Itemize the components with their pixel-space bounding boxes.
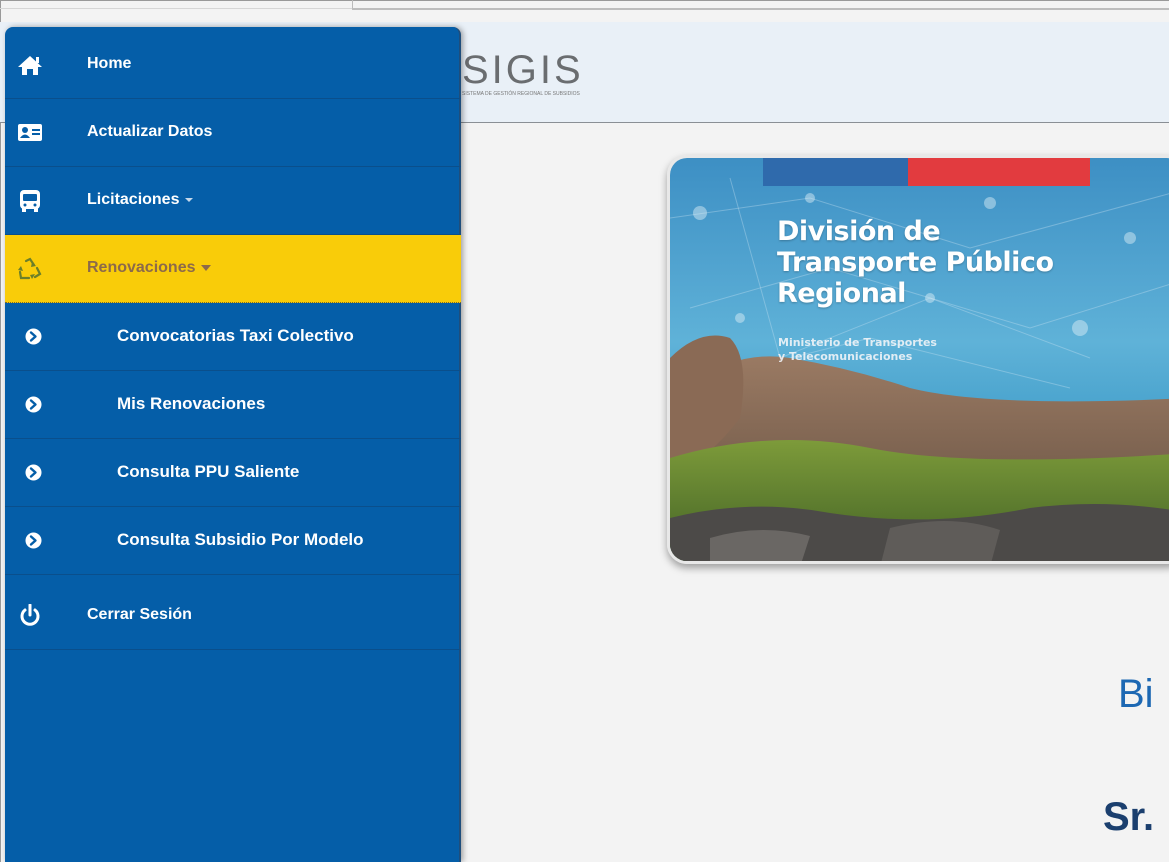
sidebar-item-label: Cerrar Sesión — [87, 606, 192, 623]
sidebar-item-actualizar-datos[interactable]: Actualizar Datos — [5, 99, 461, 167]
arrow-circle-right-icon — [25, 464, 42, 481]
sidebar-item-label: Mis Renovaciones — [117, 394, 266, 413]
sidebar-item-label: Licitaciones — [87, 167, 194, 233]
submenu-item-consulta-subsidio-por-modelo[interactable]: Consulta Subsidio Por Modelo — [5, 507, 461, 575]
id-card-icon — [18, 124, 42, 141]
sidebar-item-renovaciones[interactable]: Renovaciones — [5, 235, 461, 303]
bus-icon — [20, 190, 40, 212]
sidebar-item-label-text: Licitaciones — [87, 191, 180, 208]
submenu-item-mis-renovaciones[interactable]: Mis Renovaciones — [5, 371, 461, 439]
banner-title-line: División de — [777, 216, 941, 247]
banner-title: División de Transporte Público Regional — [777, 216, 1054, 309]
sidebar-item-home[interactable]: Home — [5, 31, 461, 99]
banner-subtitle: Ministerio de Transportes y Telecomunica… — [778, 336, 937, 364]
recycle-icon — [18, 257, 42, 280]
sidebar-item-label-text: Renovaciones — [87, 259, 196, 276]
logo-text: SIGIS — [462, 48, 584, 92]
chevron-down-icon — [201, 264, 212, 271]
chevron-down-icon — [185, 197, 194, 202]
welcome-heading: Bi — [1118, 672, 1154, 716]
flag-stripe-red — [908, 158, 1090, 186]
sidebar-item-licitaciones[interactable]: Licitaciones — [5, 167, 461, 235]
sidebar-menu: Home Actualizar Datos Licitaciones Renov… — [5, 27, 461, 862]
sidebar-item-label: Consulta PPU Saliente — [117, 462, 300, 481]
banner-subtitle-line: y Telecomunicaciones — [778, 350, 913, 363]
division-banner: División de Transporte Público Regional … — [667, 155, 1169, 564]
greeting-text: Sr. — [1103, 795, 1155, 839]
home-icon — [18, 56, 42, 75]
banner-subtitle-line: Ministerio de Transportes — [778, 336, 937, 349]
sidebar-item-cerrar-sesion[interactable]: Cerrar Sesión — [5, 582, 461, 650]
banner-title-line: Transporte Público — [777, 247, 1054, 278]
top-divider — [352, 8, 1169, 10]
sidebar-item-label: Home — [87, 55, 132, 72]
power-icon — [20, 604, 40, 626]
top-divider-left — [0, 8, 352, 9]
submenu-item-consulta-ppu-saliente[interactable]: Consulta PPU Saliente — [5, 439, 461, 507]
sigis-logo[interactable]: SIGIS SISTEMA DE GESTIÓN REGIONAL DE SUB… — [462, 47, 622, 117]
submenu-item-convocatorias-taxi-colectivo[interactable]: Convocatorias Taxi Colectivo — [5, 303, 461, 371]
logo-subtitle: SISTEMA DE GESTIÓN REGIONAL DE SUBSIDIOS — [462, 91, 580, 97]
arrow-circle-right-icon — [25, 396, 42, 413]
banner-title-line: Regional — [777, 278, 906, 309]
sidebar-item-label: Consulta Subsidio Por Modelo — [117, 530, 364, 549]
arrow-circle-right-icon — [25, 328, 42, 345]
flag-stripe-blue — [763, 158, 908, 186]
arrow-circle-right-icon — [25, 532, 42, 549]
sidebar-item-label: Renovaciones — [87, 235, 212, 301]
sidebar-item-label: Convocatorias Taxi Colectivo — [117, 326, 354, 345]
sidebar-item-label: Actualizar Datos — [87, 123, 213, 140]
